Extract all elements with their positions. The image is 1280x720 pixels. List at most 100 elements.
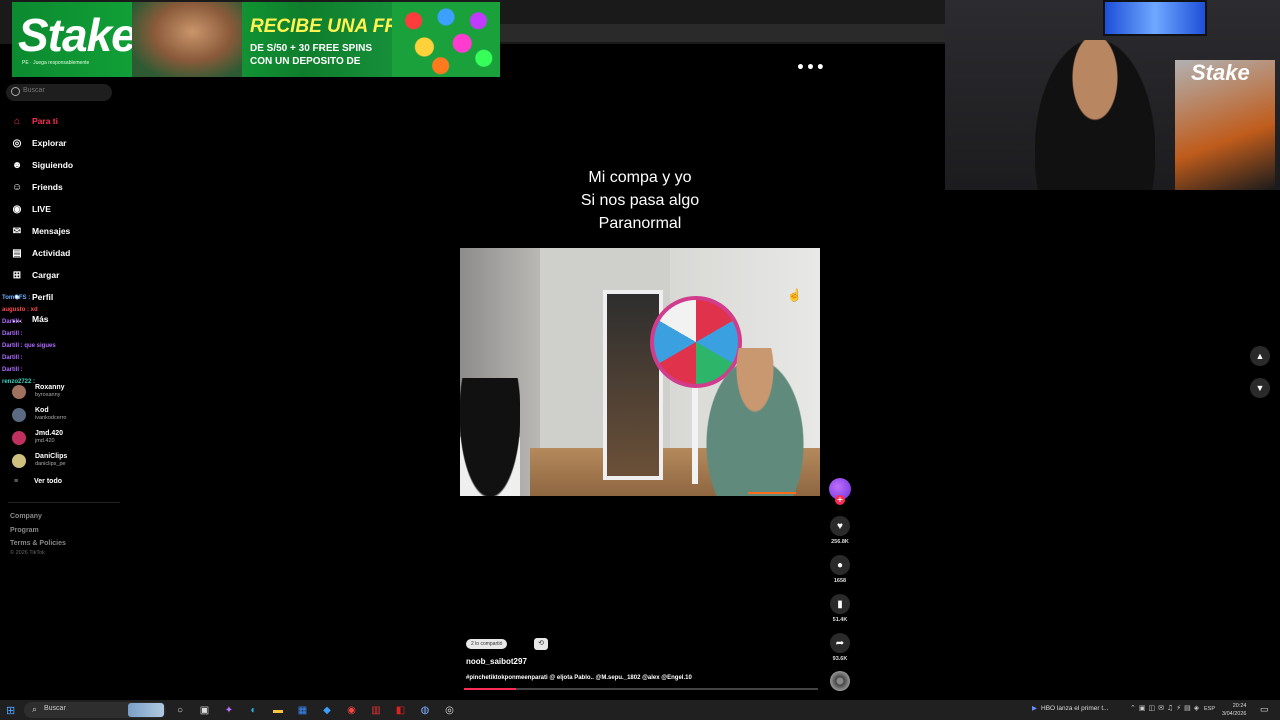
sidebar-item-actividad[interactable]: ▤ Actividad <box>10 242 73 264</box>
video-scene-person <box>700 348 810 496</box>
taskbar-clock[interactable]: 20:24 3/04/2026 <box>1222 702 1246 718</box>
task-view-icon[interactable]: ▣ <box>197 702 213 718</box>
avatar <box>12 407 26 422</box>
store-icon[interactable]: ▦ <box>295 702 311 718</box>
footer-link-company[interactable]: Company <box>10 510 66 524</box>
file-explorer-icon[interactable]: ▬ <box>270 702 286 718</box>
comment-button[interactable]: ● 1658 <box>824 555 856 584</box>
footer-link-program[interactable]: Program <box>10 524 66 538</box>
share-count: 93.6K <box>832 656 848 662</box>
search-highlight-image <box>128 703 164 717</box>
vscode-icon[interactable]: ◆ <box>319 702 335 718</box>
see-all-link[interactable]: ≡ Ver todo <box>14 478 62 485</box>
sidebar-item-siguiendo[interactable]: ☻ Siguiendo <box>10 154 73 176</box>
comment-count: 1658 <box>833 578 847 584</box>
ad-line2: CON UN DEPOSITO DE <box>250 56 361 67</box>
sidebar-item-label: Explorar <box>32 138 67 148</box>
next-video-button[interactable]: ▼ <box>1250 378 1270 398</box>
steam-icon[interactable]: ◍ <box>417 702 433 718</box>
avatar <box>12 430 26 445</box>
copyright: © 2026 TikTok <box>10 550 45 556</box>
caption-line: Si nos pasa algo <box>580 192 700 209</box>
share-button[interactable]: ➦ 93.6K <box>824 633 856 662</box>
sidebar-item-mensajes[interactable]: ✉ Mensajes <box>10 220 73 242</box>
search-placeholder: Buscar <box>23 87 45 94</box>
news-icon: ▶ <box>1032 705 1037 712</box>
video-scene-stand <box>692 384 698 484</box>
like-button[interactable]: ♥ 256.8K <box>824 516 856 545</box>
account-username: daniclips_pe <box>35 461 66 467</box>
music-disc-icon[interactable] <box>830 671 850 691</box>
ad-brand-logo: Stake <box>18 9 137 61</box>
previous-video-button[interactable]: ▲ <box>1250 346 1270 366</box>
chrome-icon[interactable]: ◉ <box>344 702 360 718</box>
taskbar-news-widget[interactable]: ▶ HBO lanza el primer t... <box>1032 704 1109 712</box>
taskbar-search-placeholder: Buscar <box>44 705 66 712</box>
webcam-logo: Stake <box>1191 60 1250 85</box>
notification-icon[interactable]: ▭ <box>1260 704 1269 715</box>
calendar-app-icon[interactable]: ▥ <box>368 702 384 718</box>
follow-plus-icon[interactable]: + <box>835 495 845 505</box>
chat-message: Dartill : <box>2 331 23 337</box>
video-caption: Mi compa y yo Si nos pasa algo Paranorma… <box>520 166 760 235</box>
sidebar-item-label: LIVE <box>32 204 51 214</box>
author-username[interactable]: noob_saibot297 <box>466 657 527 666</box>
repost-icon[interactable]: ⟲ <box>534 638 548 650</box>
taskbar-search[interactable]: ⌕ Buscar <box>24 702 166 718</box>
see-all-label: Ver todo <box>34 478 63 485</box>
feed-navigation: ▲ ▼ <box>1250 346 1270 410</box>
webcam-monitor <box>1103 0 1207 36</box>
ad-banner[interactable]: Stake PE · Juega responsablemente RECIBE… <box>12 2 500 77</box>
copilot-icon[interactable]: ✦ <box>221 702 237 718</box>
video-player[interactable] <box>460 248 820 496</box>
save-button[interactable]: ▮ 51.4K <box>824 594 856 623</box>
chat-message: TomOFS : <box>2 295 31 301</box>
video-scene-door <box>603 290 663 480</box>
clock-date: 3/04/2026 <box>1222 711 1247 717</box>
sidebar-item-label: Para ti <box>32 116 58 126</box>
address-bar[interactable] <box>500 24 945 42</box>
shared-badge[interactable]: 2 lo compartió <box>466 639 508 649</box>
post-description: #pinchetiktokponmeenparati @ eljota Pabl… <box>466 675 692 681</box>
system-tray-icons[interactable]: ⌃▣◫✉♫⚡▤◈ <box>1130 704 1202 712</box>
chat-message: renzo2722 : <box>2 379 36 385</box>
caption-line: Mi compa y yo <box>588 169 692 186</box>
clock-time: 20:24 <box>1232 703 1247 709</box>
footer-links: Company Program Terms & Policies <box>10 510 66 551</box>
ad-line1: DE S/50 + 30 FREE SPINS <box>250 43 372 54</box>
obs-icon[interactable]: ◎ <box>442 702 458 718</box>
search-input[interactable]: Buscar <box>6 84 112 101</box>
sidebar-item-para-ti[interactable]: ⌂ Para ti <box>10 110 73 132</box>
ad-brand-sub: PE · Juega responsablemente <box>22 60 90 66</box>
chat-message: augusto : xd <box>2 307 38 313</box>
sidebar-item-label: Cargar <box>32 270 60 280</box>
taskbar-apps: ○ ▣ ✦ ◐ ▬ ▦ ◆ ◉ ▥ ◧ ◍ ◎ <box>172 702 466 718</box>
sidebar-item-cargar[interactable]: ⊞ Cargar <box>10 264 73 286</box>
windows-start-icon[interactable]: ⊞ <box>6 704 15 717</box>
sidebar-item-label: Friends <box>32 182 63 192</box>
sidebar-item-label: Mensajes <box>32 226 71 236</box>
streamer-webcam: Stake <box>945 0 1280 190</box>
following-account[interactable]: Kod ivankodcerro <box>12 403 67 426</box>
video-scene-chair <box>460 378 520 496</box>
sidebar-item-friends[interactable]: ☺ Friends <box>10 176 73 198</box>
language-indicator[interactable]: ESP <box>1204 706 1215 712</box>
ad-subtext: DE S/50 + 30 FREE SPINS CON UN DEPOSITO … <box>250 42 372 68</box>
ad-candy-image <box>392 2 500 77</box>
cortana-icon[interactable]: ○ <box>172 702 188 718</box>
account-name: DaniClips <box>35 453 68 460</box>
account-username: byroxanny <box>35 392 61 398</box>
edge-icon[interactable]: ◐ <box>246 702 262 718</box>
following-account[interactable]: Jmd.420 jmd.420 <box>12 426 67 449</box>
sidebar-item-live[interactable]: ◉ LIVE <box>10 198 73 220</box>
windows-taskbar: ⊞ ⌕ Buscar ○ ▣ ✦ ◐ ▬ ▦ ◆ ◉ ▥ ◧ ◍ ◎ ▶ HBO … <box>0 700 1280 720</box>
more-options-icon[interactable]: ••• <box>796 60 826 76</box>
sidebar-item-explorar[interactable]: ◎ Explorar <box>10 132 73 154</box>
video-seek-bar[interactable] <box>464 688 818 690</box>
pdf-app-icon[interactable]: ◧ <box>393 702 409 718</box>
chat-message: Dartill : <box>2 367 23 373</box>
footer-link-terms[interactable]: Terms & Policies <box>10 537 66 551</box>
live-icon: ◉ <box>12 203 22 215</box>
following-account[interactable]: DaniClips daniclips_pe <box>12 449 67 472</box>
compass-icon: ◎ <box>12 137 22 149</box>
